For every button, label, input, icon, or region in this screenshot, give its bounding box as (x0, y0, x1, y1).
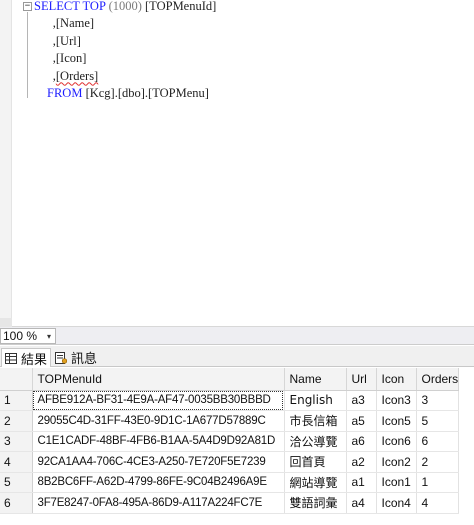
results-table: TOPMenuId Name Url Icon Orders 1 AFBE912… (0, 368, 460, 514)
column-url: ,[Url] (34, 33, 81, 48)
cell-url[interactable]: a3 (346, 390, 377, 411)
header-row: TOPMenuId Name Url Icon Orders (0, 368, 460, 391)
row-number[interactable]: 6 (0, 492, 33, 514)
row-number[interactable]: 2 (0, 410, 33, 432)
cell-url[interactable]: a2 (346, 451, 377, 473)
row-number[interactable]: 5 (0, 472, 33, 493)
code-line-1[interactable]: SELECT TOP (1000) [TOPMenuId] (34, 0, 216, 15)
tab-results[interactable]: 結果 (1, 348, 52, 368)
cell-name[interactable]: 市長信箱 (284, 410, 347, 432)
cell-name[interactable]: 雙語詞彙 (284, 492, 347, 514)
cell-url[interactable]: a5 (346, 410, 377, 432)
row-number[interactable]: 1 (0, 390, 33, 411)
cell-orders[interactable]: 4 (416, 492, 460, 514)
cell-name[interactable]: English (284, 390, 347, 411)
cell-topmenuid[interactable]: AFBE912A-BF31-4E9A-AF47-0035BB30BBBD (32, 390, 285, 411)
cell-topmenuid[interactable]: 3F7E8247-0FA8-495A-86D9-A117A224FC7E (32, 492, 285, 514)
cell-icon[interactable]: Icon6 (376, 431, 417, 452)
zoom-value: 100 % (3, 329, 38, 343)
keyword-select-top: SELECT TOP (34, 0, 106, 13)
table-reference: [Kcg].[dbo].[TOPMenu] (82, 86, 209, 100)
editor-gutter (0, 0, 12, 327)
code-line-5[interactable]: ,[Orders] (34, 68, 98, 85)
cell-name[interactable]: 洽公導覽 (284, 431, 347, 452)
column-header-url[interactable]: Url (346, 368, 377, 391)
cell-url[interactable]: a1 (346, 472, 377, 493)
top-count: (1000) (105, 0, 146, 13)
column-header-icon[interactable]: Icon (376, 368, 417, 391)
zoom-dropdown[interactable]: 100 % ▾ (0, 328, 56, 344)
message-icon (55, 351, 67, 364)
table-row[interactable]: 2 29055C4D-31FF-43E0-9D1C-1A677D57889C 市… (0, 410, 460, 432)
cell-topmenuid[interactable]: 92CA1AA4-706C-4CE3-A250-7E720F5E7239 (32, 451, 285, 473)
cell-url[interactable]: a6 (346, 431, 377, 452)
code-line-2[interactable]: ,[Name] (34, 15, 94, 32)
cell-topmenuid[interactable]: 29055C4D-31FF-43E0-9D1C-1A677D57889C (32, 410, 285, 432)
chevron-down-icon[interactable]: ▾ (43, 332, 55, 341)
cell-icon[interactable]: Icon1 (376, 472, 417, 493)
code-line-4[interactable]: ,[Icon] (34, 50, 87, 67)
cell-orders[interactable]: 2 (416, 451, 460, 473)
cell-name[interactable]: 回首頁 (284, 451, 347, 473)
keyword-from: FROM (47, 86, 83, 100)
cell-icon[interactable]: Icon2 (376, 451, 417, 473)
cell-topmenuid[interactable]: C1E1CADF-48BF-4FB6-B1AA-5A4D9D92A81D (32, 431, 285, 452)
cell-orders[interactable]: 5 (416, 410, 460, 432)
column-header-name[interactable]: Name (284, 368, 347, 391)
outline-guide-line (27, 12, 28, 98)
table-row[interactable]: 5 8B2BC6FF-A62D-4799-86FE-9C04B2496A9E 網… (0, 472, 460, 493)
column-topmenuid: [TOPMenuId] (145, 0, 217, 13)
cell-topmenuid[interactable]: 8B2BC6FF-A62D-4799-86FE-9C04B2496A9E (32, 472, 285, 493)
editor-scrollbar-corner (0, 318, 12, 327)
column-icon: ,[Icon] (34, 51, 87, 65)
cell-url[interactable]: a4 (346, 492, 377, 514)
tab-messages[interactable]: 訊息 (52, 348, 100, 367)
results-tab-bar: 結果 訊息 (0, 346, 474, 368)
cell-name[interactable]: 網站導覽 (284, 472, 347, 493)
results-grid[interactable]: TOPMenuId Name Url Icon Orders 1 AFBE912… (0, 368, 474, 525)
table-row[interactable]: 3 C1E1CADF-48BF-4FB6-B1AA-5A4D9D92A81D 洽… (0, 431, 460, 452)
cell-icon[interactable]: Icon4 (376, 492, 417, 514)
cell-icon[interactable]: Icon5 (376, 410, 417, 432)
table-row[interactable]: 4 92CA1AA4-706C-4CE3-A250-7E720F5E7239 回… (0, 451, 460, 473)
cell-orders[interactable]: 6 (416, 431, 460, 452)
cell-icon[interactable]: Icon3 (376, 390, 417, 411)
editor-status-bar: 100 % ▾ (0, 327, 474, 345)
column-header-orders[interactable]: Orders (416, 368, 460, 391)
tab-results-label: 結果 (21, 352, 48, 368)
code-prefix: , (34, 68, 56, 83)
collapse-toggle-icon[interactable]: − (23, 2, 32, 11)
tab-messages-label: 訊息 (71, 352, 98, 367)
row-number[interactable]: 4 (0, 451, 33, 473)
cell-orders[interactable]: 1 (416, 472, 460, 493)
column-header-topmenuid[interactable]: TOPMenuId (32, 368, 285, 391)
row-number[interactable]: 3 (0, 431, 33, 452)
column-name: ,[Name] (34, 16, 95, 30)
column-orders-error: [Orders] (55, 68, 99, 83)
grid-icon (5, 352, 17, 364)
table-row[interactable]: 6 3F7E8247-0FA8-495A-86D9-A117A224FC7E 雙… (0, 492, 460, 514)
table-row[interactable]: 1 AFBE912A-BF31-4E9A-AF47-0035BB30BBBD E… (0, 390, 460, 411)
code-line-6[interactable]: FROM [Kcg].[dbo].[TOPMenu] (47, 85, 209, 102)
sql-editor[interactable]: − SELECT TOP (1000) [TOPMenuId] ,[Name] … (0, 0, 474, 327)
cell-orders[interactable]: 3 (416, 390, 460, 411)
code-line-3[interactable]: ,[Url] (34, 33, 81, 50)
corner-cell[interactable] (0, 368, 33, 391)
